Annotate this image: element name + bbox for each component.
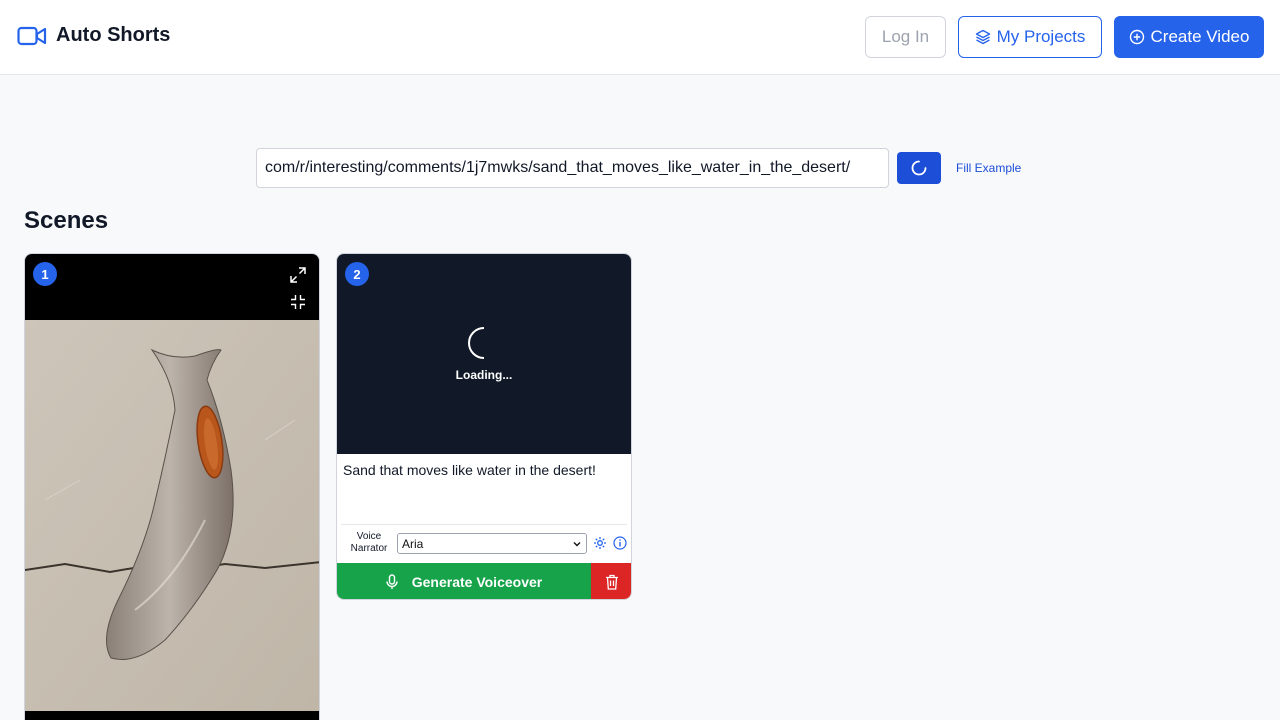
trash-icon xyxy=(606,574,618,590)
create-video-label: Create Video xyxy=(1150,27,1250,46)
fetch-button[interactable] xyxy=(897,152,941,184)
video-camera-icon xyxy=(17,26,47,45)
login-label: Log In xyxy=(881,27,930,46)
top-header: Auto Shorts Log In My Projects Create Vi… xyxy=(0,0,1280,75)
scene-number-badge: 2 xyxy=(345,262,369,286)
my-projects-button[interactable]: My Projects xyxy=(958,16,1102,58)
chevron-down-icon xyxy=(573,541,581,546)
scenes-heading: Scenes xyxy=(24,207,109,234)
generate-voiceover-label: Generate Voiceover xyxy=(411,573,543,590)
scene-text-input[interactable]: Sand that moves like water in the desert… xyxy=(343,462,625,478)
info-icon[interactable] xyxy=(613,536,627,550)
loading-spinner-icon xyxy=(468,327,485,359)
scene-card-1: 1 xyxy=(24,253,320,720)
scene-card-2: 2 Loading... Sand that moves like water … xyxy=(336,253,632,600)
divider xyxy=(341,524,627,525)
refresh-icon xyxy=(911,160,927,176)
fill-example-link[interactable]: Fill Example xyxy=(956,161,1021,175)
my-projects-label: My Projects xyxy=(996,27,1086,46)
create-video-button[interactable]: Create Video xyxy=(1114,16,1264,58)
brand-logo[interactable]: Auto Shorts xyxy=(17,24,170,47)
brand-name: Auto Shorts xyxy=(56,24,171,46)
scene-preview: 2 Loading... xyxy=(337,254,631,454)
gear-icon[interactable] xyxy=(593,536,607,550)
expand-icon[interactable] xyxy=(289,266,307,284)
voice-select-value: Aria xyxy=(402,536,424,551)
voice-narrator-label: Voice Narrator xyxy=(350,531,388,554)
microphone-icon xyxy=(386,573,398,589)
scene-number-badge: 1 xyxy=(33,262,57,286)
layers-icon xyxy=(975,29,990,45)
loading-text: Loading... xyxy=(455,368,513,382)
url-input[interactable] xyxy=(256,148,889,188)
plus-circle-icon xyxy=(1129,29,1144,45)
delete-scene-button[interactable] xyxy=(591,563,631,599)
scene-image xyxy=(25,320,319,711)
voice-select[interactable]: Aria xyxy=(397,533,587,554)
generate-voiceover-button[interactable]: Generate Voiceover xyxy=(337,563,591,599)
login-button[interactable]: Log In xyxy=(865,16,946,58)
collapse-icon[interactable] xyxy=(290,294,306,310)
